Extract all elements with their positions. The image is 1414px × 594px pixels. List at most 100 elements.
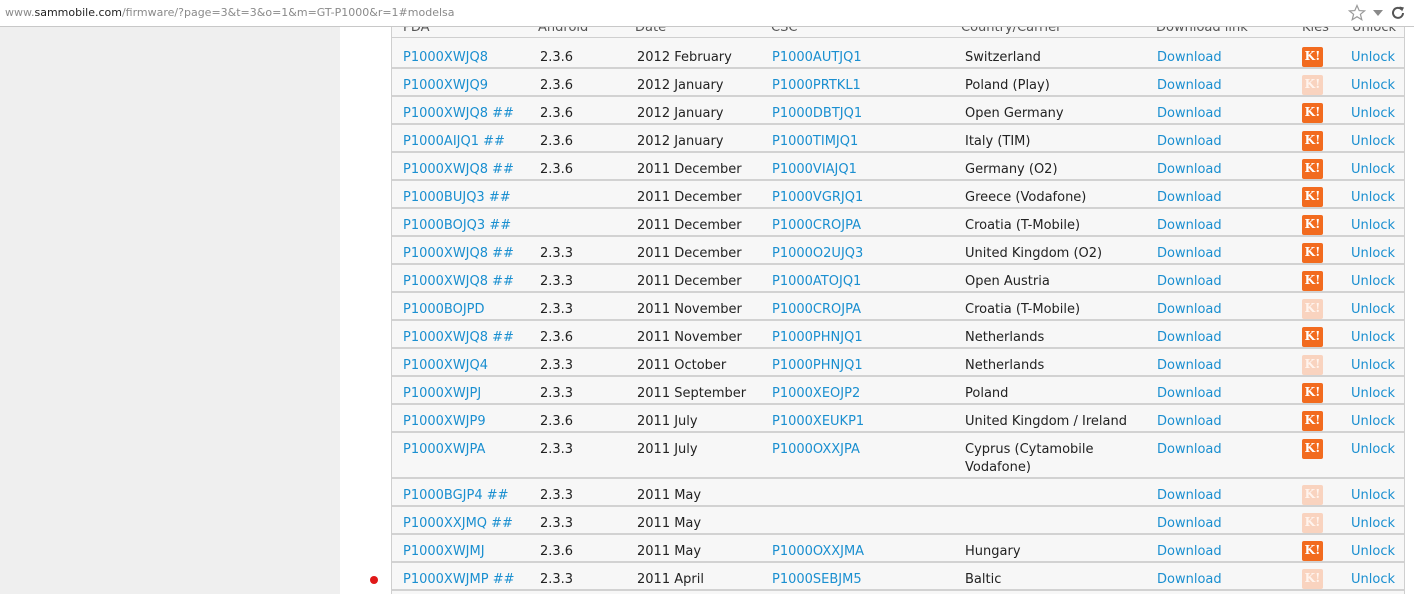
download-link[interactable]: Download: [1157, 544, 1222, 559]
pda-link[interactable]: P1000XWJMJ: [403, 544, 485, 559]
csc-link[interactable]: P1000TIMJQ1: [772, 134, 858, 149]
table-row: P1000XWJPA 2.3.3 2011 July P1000OXXJPA Cypru…: [392, 433, 1404, 479]
pda-link[interactable]: P1000BUJQ3 ##: [403, 190, 511, 205]
unlock-link[interactable]: Unlock: [1351, 414, 1395, 429]
unlock-link[interactable]: Unlock: [1351, 302, 1395, 317]
unlock-link[interactable]: Unlock: [1351, 572, 1395, 587]
download-link[interactable]: Download: [1157, 78, 1222, 93]
pda-link[interactable]: P1000XWJQ4: [403, 358, 488, 373]
unlock-link[interactable]: Unlock: [1351, 330, 1395, 345]
csc-link[interactable]: P1000CROJPA: [772, 302, 861, 317]
unlock-link[interactable]: Unlock: [1351, 442, 1395, 457]
download-link[interactable]: Download: [1157, 106, 1222, 121]
unlock-link[interactable]: Unlock: [1351, 386, 1395, 401]
reload-icon[interactable]: [1390, 5, 1406, 21]
download-link[interactable]: Download: [1157, 330, 1222, 345]
release-date: 2011 December: [637, 190, 742, 205]
unlock-link[interactable]: Unlock: [1351, 274, 1395, 289]
pda-link[interactable]: P1000XWJMP ##: [403, 572, 515, 587]
pda-link[interactable]: P1000XWJQ9: [403, 78, 488, 93]
header-country[interactable]: Country/Carrier: [961, 27, 1061, 35]
csc-link[interactable]: P1000ATOJQ1: [772, 274, 861, 289]
pda-link[interactable]: P1000XWJP9: [403, 414, 486, 429]
unlock-link[interactable]: Unlock: [1351, 190, 1395, 205]
release-date: 2011 November: [637, 330, 742, 345]
download-link[interactable]: Download: [1157, 386, 1222, 401]
release-date: 2012 January: [637, 134, 724, 149]
pda-link[interactable]: P1000XWJQ8 ##: [403, 274, 514, 289]
csc-link[interactable]: P1000O2UJQ3: [772, 246, 863, 261]
header-pda[interactable]: PDA: [403, 27, 430, 35]
download-link[interactable]: Download: [1157, 190, 1222, 205]
csc-link[interactable]: P1000OXXJMA: [772, 544, 864, 559]
red-dot-marker: [370, 576, 378, 584]
unlock-link[interactable]: Unlock: [1351, 106, 1395, 121]
country-carrier: United Kingdom / Ireland: [965, 414, 1127, 429]
csc-link[interactable]: P1000PHNJQ1: [772, 330, 863, 345]
csc-link[interactable]: P1000CROJPA: [772, 218, 861, 233]
csc-link[interactable]: P1000AUTJQ1: [772, 50, 862, 65]
download-link[interactable]: Download: [1157, 218, 1222, 233]
pda-link[interactable]: P1000BOJPD: [403, 302, 485, 317]
kies-icon: K!: [1302, 439, 1323, 459]
download-link[interactable]: Download: [1157, 488, 1222, 503]
unlock-link[interactable]: Unlock: [1351, 246, 1395, 261]
table-row: P1000XWJQ9 2.3.6 2012 January P1000PRTKL1 Po…: [392, 69, 1404, 97]
download-link[interactable]: Download: [1157, 572, 1222, 587]
header-date[interactable]: Date: [635, 27, 666, 35]
unlock-link[interactable]: Unlock: [1351, 78, 1395, 93]
csc-link[interactable]: P1000PRTKL1: [772, 78, 861, 93]
release-date: 2011 May: [637, 488, 702, 503]
unlock-link[interactable]: Unlock: [1351, 218, 1395, 233]
pda-link[interactable]: P1000XWJQ8 ##: [403, 330, 514, 345]
table-header: PDA Android Date CSC Country/Carrier Dow…: [392, 27, 1404, 38]
unlock-link[interactable]: Unlock: [1351, 544, 1395, 559]
download-link[interactable]: Download: [1157, 414, 1222, 429]
csc-link[interactable]: P1000DBTJQ1: [772, 106, 862, 121]
download-link[interactable]: Download: [1157, 274, 1222, 289]
url-text[interactable]: www.sammobile.com/firmware/?page=3&t=3&o…: [5, 6, 455, 19]
csc-link[interactable]: P1000VIAJQ1: [772, 162, 857, 177]
header-csc[interactable]: CSC: [771, 27, 797, 35]
csc-link[interactable]: P1000VGRJQ1: [772, 190, 863, 205]
pda-link[interactable]: P1000BGJP4 ##: [403, 488, 509, 503]
release-date: 2011 July: [637, 442, 698, 457]
android-version: 2.3.6: [540, 330, 574, 345]
pda-link[interactable]: P1000XWJQ8 ##: [403, 246, 514, 261]
star-icon[interactable]: [1348, 4, 1366, 22]
pda-link[interactable]: P1000BOJQ3 ##: [403, 218, 511, 233]
download-link[interactable]: Download: [1157, 302, 1222, 317]
unlock-link[interactable]: Unlock: [1351, 50, 1395, 65]
download-link[interactable]: Download: [1157, 50, 1222, 65]
pda-link[interactable]: P1000XXJMQ ##: [403, 516, 513, 531]
unlock-link[interactable]: Unlock: [1351, 162, 1395, 177]
csc-link[interactable]: P1000PHNJQ1: [772, 358, 863, 373]
unlock-link[interactable]: Unlock: [1351, 516, 1395, 531]
unlock-link[interactable]: Unlock: [1351, 134, 1395, 149]
pda-link[interactable]: P1000XWJQ8 ##: [403, 106, 514, 121]
pda-link[interactable]: P1000XWJQ8: [403, 50, 488, 65]
header-android[interactable]: Android: [538, 27, 588, 35]
country-carrier: United Kingdom (O2): [965, 246, 1103, 261]
release-date: 2011 December: [637, 218, 742, 233]
country-carrier: Greece (Vodafone): [965, 190, 1087, 205]
download-link[interactable]: Download: [1157, 246, 1222, 261]
pda-link[interactable]: P1000XWJQ8 ##: [403, 162, 514, 177]
download-link[interactable]: Download: [1157, 358, 1222, 373]
kies-icon: K!: [1302, 103, 1323, 123]
address-bar[interactable]: www.sammobile.com/firmware/?page=3&t=3&o…: [0, 0, 1414, 27]
download-link[interactable]: Download: [1157, 162, 1222, 177]
pda-link[interactable]: P1000AIJQ1 ##: [403, 134, 505, 149]
csc-link[interactable]: P1000XEUKP1: [772, 414, 864, 429]
download-link[interactable]: Download: [1157, 442, 1222, 457]
csc-link[interactable]: P1000XEOJP2: [772, 386, 860, 401]
csc-link[interactable]: P1000OXXJPA: [772, 442, 860, 457]
csc-link[interactable]: P1000SEBJM5: [772, 572, 862, 587]
pda-link[interactable]: P1000XWJPJ: [403, 386, 481, 401]
download-link[interactable]: Download: [1157, 134, 1222, 149]
download-link[interactable]: Download: [1157, 516, 1222, 531]
pda-link[interactable]: P1000XWJPA: [403, 442, 485, 457]
unlock-link[interactable]: Unlock: [1351, 358, 1395, 373]
dropdown-arrow-icon[interactable]: [1372, 7, 1384, 19]
unlock-link[interactable]: Unlock: [1351, 488, 1395, 503]
